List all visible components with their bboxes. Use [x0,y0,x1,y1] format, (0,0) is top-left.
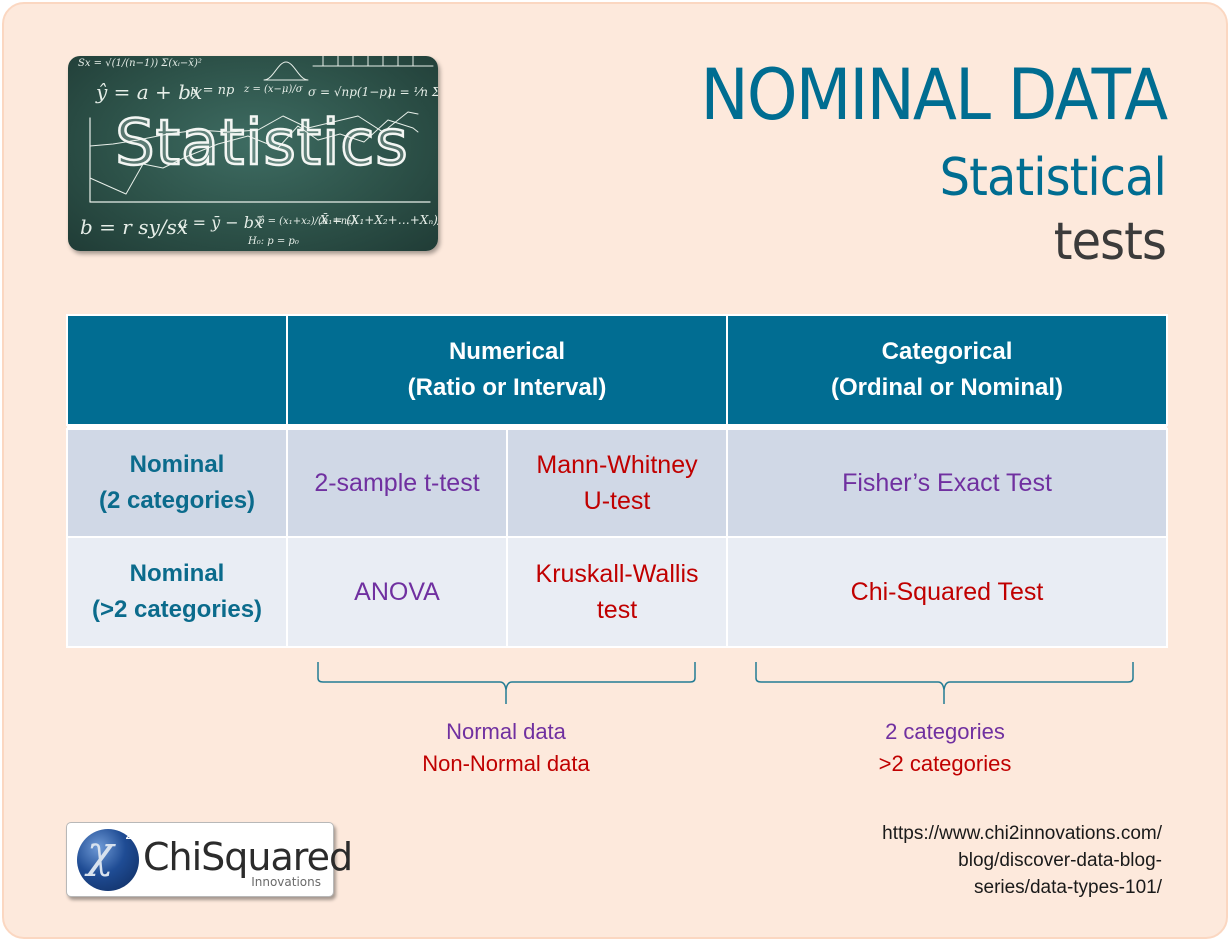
cell-parametric-test: 2-sample t-test [286,428,508,538]
header-categorical-title: Categorical [881,338,1013,365]
page-subtitle-tests: tests [1053,212,1167,272]
formula-a: a = ȳ − bx̄ [178,213,263,232]
row-label-more-than-2-categories: Nominal (>2 categories) [66,536,288,648]
bell-curve-icon [263,61,309,81]
numerical-brace-icon [317,662,696,704]
formula-z: z = (x−μ)/σ [243,84,304,95]
chisquared-logo: χ 2 ChiSquared Innovations [66,822,353,897]
header-numerical-title: Numerical [448,338,566,365]
statistical-tests-table: Numerical (Ratio or Interval) Categorica… [66,314,1169,648]
statistics-chalkboard-image: ŷ = a + bx μ = np z = (x−μ)/σ σ = √np(1−… [68,56,438,251]
formula-h0: H₀: p = p₀ [247,236,299,247]
header-categorical-subtitle: (Ordinal or Nominal) [831,374,1064,401]
formula-b: b = r sy/sx [80,215,188,239]
cell-categorical-test: Chi-Squared Test [726,536,1169,648]
page-subtitle: Statistical [939,148,1167,208]
statistics-word: Statistics [114,105,409,181]
legend-more-than-2-categories: >2 categories [878,751,1012,776]
cell-parametric-test: ANOVA [286,536,508,648]
legend-2-categories: 2 categories [885,719,1005,744]
formula-sx: Sx = √(1/(n−1)) Σ(xᵢ−x̄)² [78,58,202,69]
row-label-line2: (>2 categories) [91,596,263,623]
nonparametric-line1: Mann-Whitney [536,451,698,479]
legend-non-normal-data: Non-Normal data [422,751,590,776]
nonparametric-line2: U-test [583,487,651,515]
nonparametric-line1: Kruskall-Wallis [535,560,699,588]
chi-superscript: 2 [125,827,134,843]
row-label-line1: Nominal [129,451,225,478]
legend-normal-data: Normal data [446,719,566,744]
categorical-brace-icon [755,662,1134,704]
formula-x-bar: X̄ = (X₁+X₂+…+Xₙ)/n [319,212,438,227]
formula-regression: ŷ = a + bx [95,80,202,104]
logo-name: ChiSquared [143,835,353,879]
table-row: Nominal (>2 categories) ANOVA Kruskall-W… [66,536,1169,648]
header-categorical: Categorical (Ordinal or Nominal) [726,314,1169,426]
histogram-icon [312,56,434,67]
header-numerical-subtitle: (Ratio or Interval) [407,374,607,401]
categorical-legend: 2 categories >2 categories [795,716,1095,780]
row-label-line2: (2 categories) [98,487,256,514]
source-url[interactable]: https://www.chi2innovations.com/ blog/di… [882,820,1162,901]
cell-nonparametric-test: Kruskall-Wallis test [505,536,729,648]
header-empty-cell [66,314,288,426]
table-row: Nominal (2 categories) 2-sample t-test M… [66,428,1169,538]
source-url-line2[interactable]: blog/discover-data-blog- [882,847,1162,874]
logo-tagline: Innovations [251,875,321,889]
page-title: NOMINAL DATA [700,54,1168,136]
source-url-line3[interactable]: series/data-types-101/ [882,874,1162,901]
table-header-row: Numerical (Ratio or Interval) Categorica… [66,314,1169,426]
row-label-2-categories: Nominal (2 categories) [66,428,288,538]
formula-mu: μ = ⅟n Σxᵢ [388,85,438,99]
source-url-line1[interactable]: https://www.chi2innovations.com/ [882,820,1162,847]
formula-mean-np: μ = np [190,83,235,98]
header-numerical: Numerical (Ratio or Interval) [285,314,729,426]
chi-symbol: χ [87,827,114,878]
nonparametric-line2: test [596,596,638,624]
cell-nonparametric-test: Mann-Whitney U-test [505,428,729,538]
numerical-legend: Normal data Non-Normal data [356,716,656,780]
formula-sigma: σ = √np(1−p) [308,85,392,99]
cell-categorical-test: Fisher’s Exact Test [726,428,1169,538]
row-label-line1: Nominal [129,560,225,587]
